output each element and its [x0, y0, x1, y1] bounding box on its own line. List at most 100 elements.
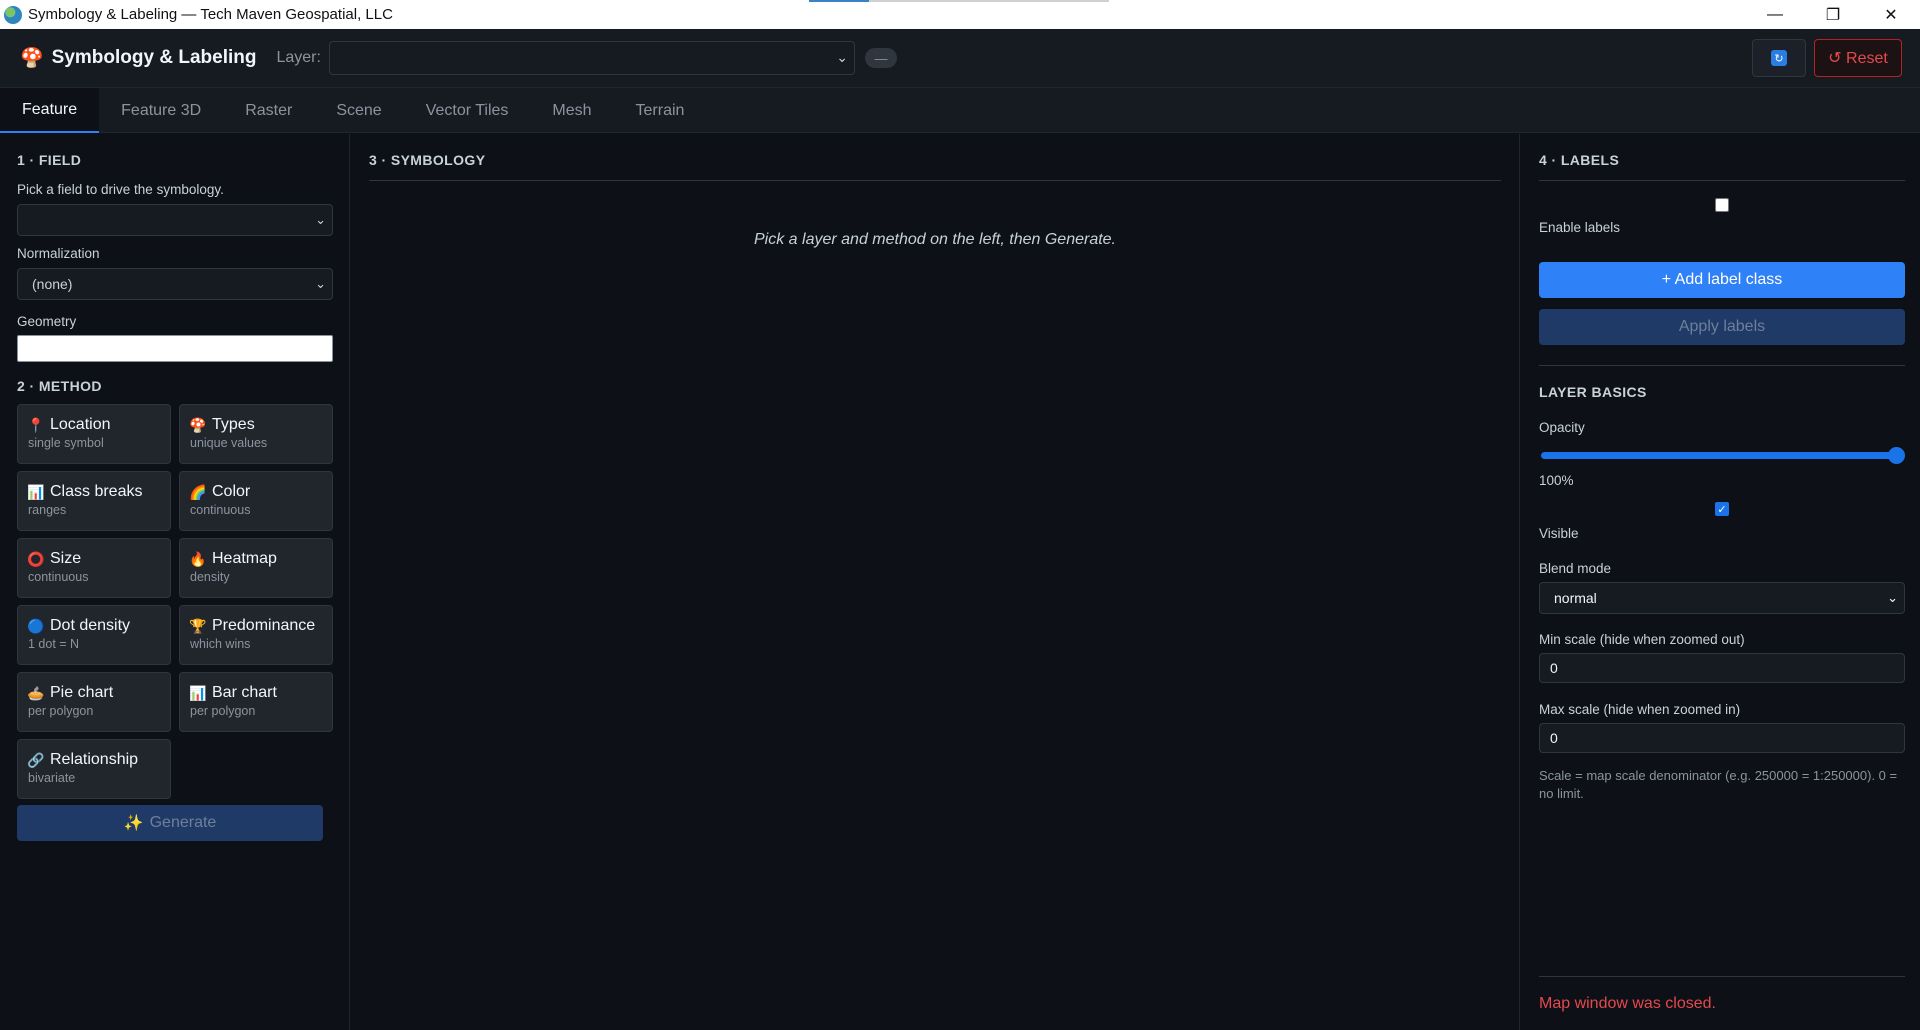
method-title: Location [50, 416, 111, 433]
opacity-label: Opacity [1539, 420, 1585, 435]
chevron-down-icon: ⌄ [836, 49, 848, 65]
method-subtitle: unique values [190, 436, 268, 450]
method-size[interactable]: ⭕ Size continuous [17, 538, 171, 598]
method-title: Class breaks [50, 483, 143, 500]
symbology-panel: 3 · SYMBOLOGY Pick a layer and method on… [351, 134, 1519, 1030]
chevron-down-icon: ⌄ [315, 276, 326, 291]
tab-raster[interactable]: Raster [223, 88, 314, 133]
geometry-label: Geometry [17, 314, 77, 329]
status-message: Map window was closed. [1539, 976, 1905, 1013]
method-predominance[interactable]: 🏆 Predominance which wins [179, 605, 333, 665]
min-scale-label: Min scale (hide when zoomed out) [1539, 632, 1745, 647]
layer-type-tabs: Feature Feature 3D Raster Scene Vector T… [0, 88, 1920, 133]
min-scale-input[interactable]: 0 [1539, 653, 1905, 683]
tab-mesh[interactable]: Mesh [530, 88, 613, 133]
method-subtitle: per polygon [190, 704, 256, 718]
layer-select[interactable]: ⌄ [328, 41, 855, 75]
enable-labels-checkbox[interactable] [1715, 198, 1729, 212]
bar-chart-icon: 📊 [27, 483, 45, 500]
generate-button[interactable]: ✨ Generate [17, 805, 323, 841]
layer-basics-section: LAYER BASICS Opacity 100% ✓ Visible Blen… [1539, 365, 1905, 803]
maximize-button[interactable]: ❐ [1804, 0, 1862, 29]
normalization-select-value: (none) [32, 276, 73, 292]
method-heatmap[interactable]: 🔥 Heatmap density [179, 538, 333, 598]
blend-mode-label: Blend mode [1539, 561, 1612, 576]
app-header: 🍄 Symbology & Labeling Layer: ⌄ — ↻ ↺ Re… [0, 29, 1920, 88]
field-section-title: 1 · FIELD [17, 152, 82, 168]
labels-panel: 4 · LABELS Enable labels + Add label cla… [1519, 134, 1920, 1030]
tab-vector-tiles[interactable]: Vector Tiles [404, 88, 531, 133]
mushroom-icon: 🍄 [189, 416, 207, 433]
app-globe-icon [4, 5, 22, 24]
minimize-button[interactable]: — [1746, 0, 1804, 29]
app-title: Symbology & Labeling [51, 47, 257, 68]
method-title: Dot density [50, 617, 131, 634]
method-types[interactable]: 🍄 Types unique values [179, 404, 333, 464]
refresh-icon: ↻ [1771, 50, 1787, 66]
max-scale-label: Max scale (hide when zoomed in) [1539, 702, 1741, 717]
method-class-breaks[interactable]: 📊 Class breaks ranges [17, 471, 171, 531]
method-subtitle: single symbol [28, 436, 104, 450]
method-pie-chart[interactable]: 🥧 Pie chart per polygon [17, 672, 171, 732]
opacity-slider-track [1541, 452, 1897, 459]
tab-feature-3d[interactable]: Feature 3D [99, 88, 223, 133]
opacity-value: 100% [1539, 473, 1574, 488]
field-hint: Pick a field to drive the symbology. [17, 182, 224, 197]
method-title: Heatmap [212, 550, 277, 567]
method-title: Predominance [212, 617, 316, 634]
normalization-select[interactable]: (none) ⌄ [17, 268, 333, 300]
normalization-label: Normalization [17, 246, 100, 261]
layer-basics-title: LAYER BASICS [1539, 384, 1647, 400]
apply-labels-button[interactable]: Apply labels [1539, 309, 1905, 345]
field-select[interactable]: ⌄ [17, 204, 333, 236]
visible-label: Visible [1539, 526, 1579, 541]
method-dot-density[interactable]: 🔵 Dot density 1 dot = N [17, 605, 171, 665]
bar-chart-icon: 📊 [189, 684, 207, 701]
method-subtitle: ranges [28, 503, 67, 517]
labels-section-title: 4 · LABELS [1539, 152, 1905, 181]
chevron-down-icon: ⌄ [315, 212, 326, 227]
pie-icon: 🥧 [27, 684, 45, 701]
symbology-placeholder: Pick a layer and method on the left, the… [754, 231, 1116, 248]
method-relationship[interactable]: 🔗 Relationship bivariate [17, 739, 171, 799]
opacity-slider[interactable] [1539, 447, 1905, 464]
blue-dot-icon: 🔵 [27, 617, 45, 634]
loading-progress-bar [809, 0, 1109, 2]
method-bar-chart[interactable]: 📊 Bar chart per polygon [179, 672, 333, 732]
method-title: Bar chart [212, 684, 277, 701]
geometry-field[interactable] [17, 335, 333, 362]
opacity-slider-thumb[interactable] [1888, 447, 1905, 464]
layer-label: Layer: [276, 49, 321, 66]
method-location[interactable]: 📍 Location single symbol [17, 404, 171, 464]
symbology-section-title: 3 · SYMBOLOGY [369, 152, 1501, 181]
method-subtitle: continuous [28, 570, 89, 584]
method-subtitle: continuous [190, 503, 251, 517]
reset-button[interactable]: ↺ Reset [1814, 39, 1902, 77]
tab-terrain[interactable]: Terrain [614, 88, 707, 133]
method-subtitle: bivariate [28, 771, 76, 785]
close-button[interactable]: ✕ [1862, 0, 1920, 29]
method-title: Color [212, 483, 251, 500]
window-title: Symbology & Labeling — Tech Maven Geospa… [28, 6, 393, 23]
circle-icon: ⭕ [27, 550, 45, 567]
sparkles-icon: ✨ [123, 815, 144, 832]
pin-icon: 📍 [27, 416, 45, 433]
fire-icon: 🔥 [189, 550, 207, 567]
tab-scene[interactable]: Scene [314, 88, 403, 133]
trophy-icon: 🏆 [189, 617, 207, 634]
add-label-class-button[interactable]: + Add label class [1539, 262, 1905, 298]
method-title: Size [50, 550, 82, 567]
method-title: Pie chart [50, 684, 114, 701]
window-titlebar: Symbology & Labeling — Tech Maven Geospa… [0, 0, 1920, 29]
max-scale-input[interactable]: 0 [1539, 723, 1905, 753]
method-subtitle: density [190, 570, 230, 584]
tab-feature[interactable]: Feature [0, 88, 100, 133]
scale-help-note: Scale = map scale denominator (e.g. 2500… [1539, 768, 1898, 801]
mushroom-logo-icon: 🍄 [20, 48, 44, 69]
method-color[interactable]: 🌈 Color continuous [179, 471, 333, 531]
visible-checkbox[interactable]: ✓ [1715, 502, 1729, 516]
blend-mode-select[interactable]: normal ⌄ [1539, 582, 1905, 614]
refresh-layers-button[interactable]: ↻ [1752, 39, 1806, 77]
method-grid: 📍 Location single symbol 🍄 Types unique va… [17, 404, 333, 799]
rainbow-icon: 🌈 [189, 483, 207, 500]
